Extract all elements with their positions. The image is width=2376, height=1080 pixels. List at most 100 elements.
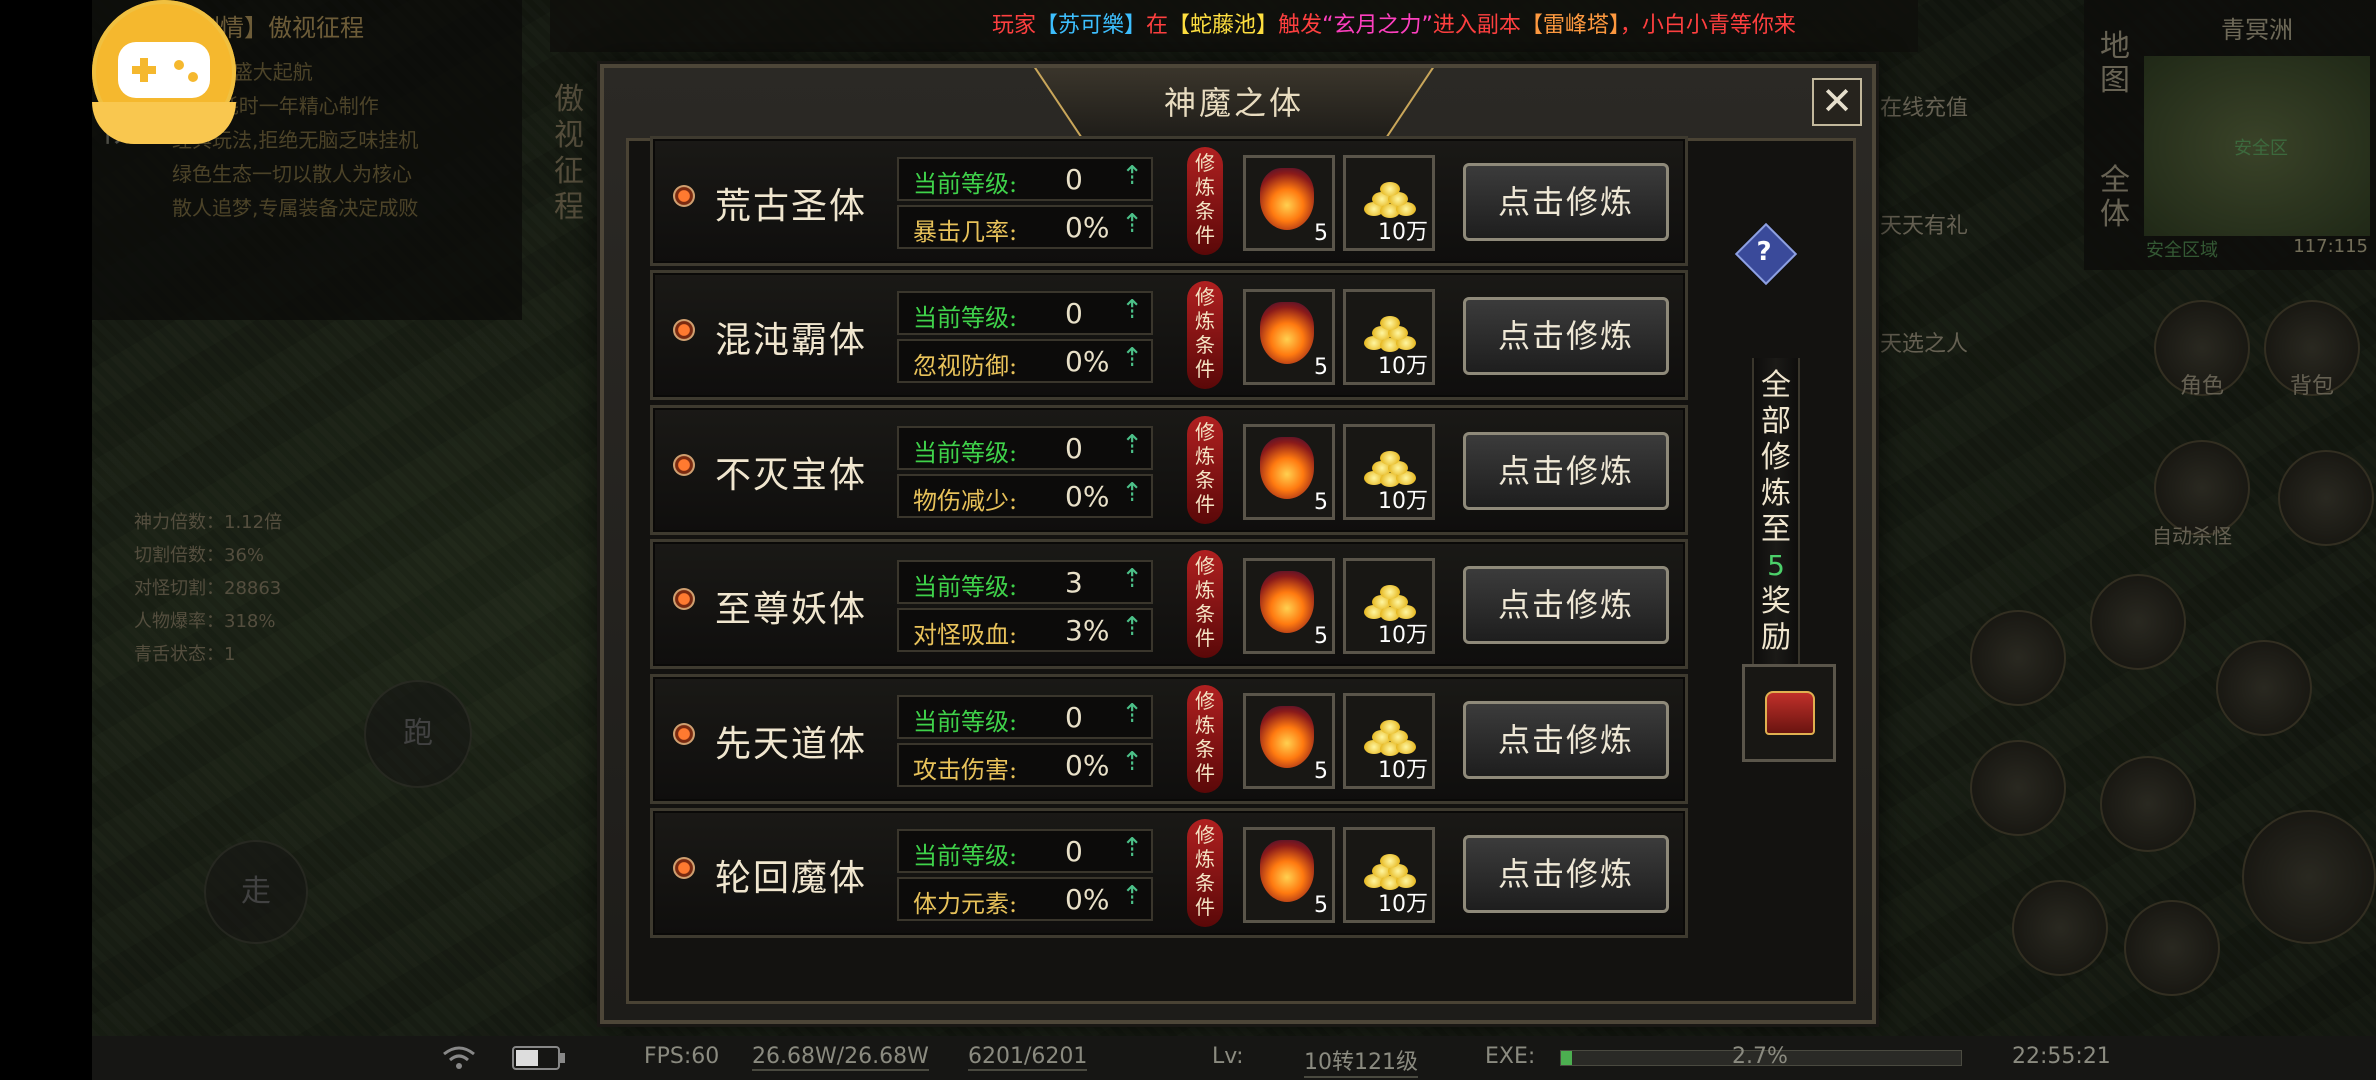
attribute-stat: 物伤减少: 0% ⇡ (897, 474, 1153, 518)
attribute-label: 物伤减少: (913, 487, 1018, 515)
train-button[interactable]: 点击修炼 (1463, 701, 1669, 779)
training-requirement-tag: 修炼条件 (1187, 550, 1223, 658)
level-label: 当前等级: (913, 304, 1018, 332)
arrow-up-icon: ⇡ (1121, 612, 1143, 642)
level-label: 当前等级: (913, 708, 1018, 736)
material-slot[interactable]: 5 (1243, 424, 1335, 520)
system-broadcast: 玩家【苏可樂】在【蛇藤池】触发“玄月之力”进入副本【雷峰塔】，小白小青等你来 (550, 0, 1918, 52)
material-count: 5 (1314, 893, 1328, 918)
gold-slot[interactable]: 10万 (1343, 827, 1435, 923)
wifi-icon (442, 1044, 476, 1076)
attribute-stat: 攻击伤害: 0% ⇡ (897, 743, 1153, 787)
level-value: 0 (1065, 163, 1083, 196)
level-readout: 10转121级 (1304, 1044, 1418, 1078)
broadcast-part: 在 (1146, 13, 1169, 38)
arrow-up-icon: ⇡ (1121, 564, 1143, 594)
attribute-value: 0% (1065, 883, 1110, 916)
hp-readout: 26.68W/26.68W (752, 1044, 929, 1071)
level-value: 0 (1065, 835, 1083, 868)
material-count: 5 (1314, 624, 1328, 649)
arrow-up-icon: ⇡ (1121, 881, 1143, 911)
arrow-up-icon: ⇡ (1121, 747, 1143, 777)
gold-slot[interactable]: 10万 (1343, 693, 1435, 789)
level-stat: 当前等级: 0 ⇡ (897, 829, 1153, 873)
attribute-label: 暴击几率: (913, 218, 1018, 246)
train-button[interactable]: 点击修炼 (1463, 432, 1669, 510)
all-train-reward-text: 奖励 (1761, 584, 1791, 655)
material-count: 5 (1314, 759, 1328, 784)
gold-slot[interactable]: 10万 (1343, 558, 1435, 654)
body-row: 荒古圣体 当前等级: 0 ⇡ 暴击几率: 0% ⇡ 修炼条件 5 10万 点击修炼 (650, 136, 1688, 266)
divine-demon-body-dialog: 神魔之体 ✕ 荒古圣体 当前等级: 0 ⇡ 暴击几率: 0% ⇡ 修炼条件 5 10万 点击修炼 混沌… (600, 64, 1876, 1024)
broadcast-part: 玩家 (992, 13, 1037, 38)
train-button[interactable]: 点击修炼 (1463, 835, 1669, 913)
arrow-up-icon: ⇡ (1121, 209, 1143, 239)
attribute-value: 3% (1065, 614, 1110, 647)
material-count: 5 (1314, 221, 1328, 246)
help-icon[interactable]: ? (1744, 232, 1784, 272)
row-bullet-icon (673, 723, 695, 745)
body-name: 不灭宝体 (715, 455, 868, 496)
attribute-value: 0% (1065, 345, 1110, 378)
level-value: 3 (1065, 566, 1083, 599)
train-button[interactable]: 点击修炼 (1463, 297, 1669, 375)
level-stat: 当前等级: 0 ⇡ (897, 426, 1153, 470)
fire-orb-icon (1260, 437, 1314, 499)
broadcast-location: 【蛇藤池】 (1168, 13, 1279, 38)
level-value: 0 (1065, 297, 1083, 330)
gold-amount: 10万 (1378, 354, 1428, 379)
train-button[interactable]: 点击修炼 (1463, 163, 1669, 241)
body-row: 先天道体 当前等级: 0 ⇡ 攻击伤害: 0% ⇡ 修炼条件 5 10万 点击修炼 (650, 674, 1688, 804)
fire-orb-icon (1260, 706, 1314, 768)
body-name: 轮回魔体 (715, 858, 868, 899)
all-train-reward-banner: 全部修炼至 5 奖励 (1752, 358, 1800, 716)
material-slot[interactable]: 5 (1243, 693, 1335, 789)
attribute-stat: 暴击几率: 0% ⇡ (897, 205, 1153, 249)
row-bullet-icon (673, 185, 695, 207)
level-label: 当前等级: (913, 439, 1018, 467)
broadcast-part: 进入副本 (1432, 13, 1521, 38)
gold-amount: 10万 (1378, 489, 1428, 514)
exp-percent: 2.7% (1732, 1044, 1788, 1069)
arrow-up-icon: ⇡ (1121, 161, 1143, 191)
attribute-stat: 忽视防御: 0% ⇡ (897, 339, 1153, 383)
exp-label: EXE: (1485, 1044, 1536, 1069)
reward-chest-icon (1765, 691, 1815, 735)
attribute-label: 攻击伤害: (913, 756, 1018, 784)
body-name: 荒古圣体 (715, 186, 868, 227)
close-button[interactable]: ✕ (1812, 78, 1862, 126)
broadcast-player[interactable]: 【苏可樂】 (1036, 13, 1146, 38)
material-count: 5 (1314, 355, 1328, 380)
attribute-label: 忽视防御: (913, 352, 1018, 380)
arrow-up-icon: ⇡ (1121, 295, 1143, 325)
gold-amount: 10万 (1378, 892, 1428, 917)
exp-bar-fill (1561, 1051, 1572, 1065)
gold-slot[interactable]: 10万 (1343, 424, 1435, 520)
gold-slot[interactable]: 10万 (1343, 289, 1435, 385)
row-bullet-icon (673, 319, 695, 341)
arrow-up-icon: ⇡ (1121, 833, 1143, 863)
attribute-stat: 体力元素: 0% ⇡ (897, 877, 1153, 921)
dialog-title: 神魔之体 (1163, 84, 1304, 122)
bottom-status-bar: FPS:60 26.68W/26.68W 6201/6201 Lv: 10转12… (92, 1036, 2376, 1080)
level-stat: 当前等级: 0 ⇡ (897, 157, 1153, 201)
level-label: 当前等级: (913, 573, 1018, 601)
gold-amount: 10万 (1378, 220, 1428, 245)
gold-slot[interactable]: 10万 (1343, 155, 1435, 251)
level-value: 0 (1065, 432, 1083, 465)
level-value: 0 (1065, 701, 1083, 734)
training-requirement-tag: 修炼条件 (1187, 416, 1223, 524)
level-stat: 当前等级: 3 ⇡ (897, 560, 1153, 604)
all-train-reward-slot[interactable] (1742, 664, 1836, 762)
material-slot[interactable]: 5 (1243, 289, 1335, 385)
arrow-up-icon: ⇡ (1121, 430, 1143, 460)
material-slot[interactable]: 5 (1243, 155, 1335, 251)
material-slot[interactable]: 5 (1243, 558, 1335, 654)
body-name: 混沌霸体 (715, 320, 868, 361)
training-requirement-tag: 修炼条件 (1187, 281, 1223, 389)
gamepad-icon[interactable] (92, 0, 236, 144)
close-icon: ✕ (1821, 79, 1853, 123)
material-slot[interactable]: 5 (1243, 827, 1335, 923)
level-stat: 当前等级: 0 ⇡ (897, 291, 1153, 335)
train-button[interactable]: 点击修炼 (1463, 566, 1669, 644)
